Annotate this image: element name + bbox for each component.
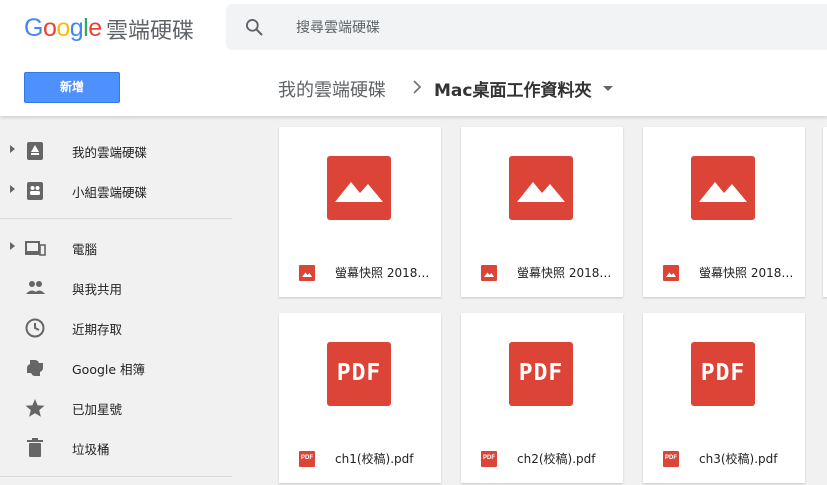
image-thumbnail (691, 156, 755, 220)
sidebar-item-google-photos[interactable]: Google 相簿 (0, 349, 232, 385)
image-file-icon (663, 265, 679, 281)
google-logo[interactable]: Google (24, 14, 102, 43)
chevron-right-icon (413, 80, 422, 94)
expand-arrow-icon[interactable] (10, 145, 15, 153)
logo-letter: o (56, 14, 70, 42)
sidebar: 我的雲端硬碟 小組雲端硬碟 電腦 與我共用 近期存取 Google 相簿 已加星… (0, 116, 232, 485)
logo-letter: o (42, 14, 57, 42)
image-thumbnail (509, 156, 573, 220)
expand-arrow-icon[interactable] (10, 242, 15, 250)
star-icon (25, 399, 45, 417)
drive-icon (27, 142, 43, 160)
file-card[interactable]: PDF PDF ch3(校稿).pdf (643, 313, 805, 483)
file-name: ch2(校稿).pdf (517, 452, 596, 466)
sidebar-item-shared-with-me[interactable]: 與我共用 (0, 269, 232, 305)
pdf-file-icon: PDF (481, 451, 497, 467)
sidebar-item-team-drives[interactable]: 小組雲端硬碟 (0, 172, 232, 208)
photos-pinwheel-icon (27, 360, 43, 376)
sidebar-item-starred[interactable]: 已加星號 (0, 389, 232, 425)
pdf-label: PDF (336, 360, 382, 386)
pdf-label: PDF (518, 360, 564, 386)
file-name: 螢幕快照 2018-01-02 (517, 266, 613, 280)
clock-icon (25, 318, 45, 338)
sidebar-item-label: 電腦 (72, 242, 98, 257)
file-card[interactable]: PDF PDF ch1(校稿).pdf (279, 313, 441, 483)
trash-icon (27, 438, 43, 457)
sidebar-item-label: 與我共用 (72, 282, 123, 297)
expand-arrow-icon[interactable] (10, 185, 15, 193)
image-file-icon (299, 265, 315, 281)
breadcrumb-current-folder[interactable]: Mac桌面工作資料夾 (434, 76, 591, 101)
team-drive-icon (27, 182, 43, 200)
logo-letter: e (88, 14, 102, 42)
pdf-label: PDF (700, 360, 746, 386)
search-bar[interactable] (226, 4, 827, 50)
sidebar-divider (0, 476, 232, 477)
image-icon (699, 182, 747, 202)
file-card-partial[interactable] (823, 127, 827, 297)
pdf-file-icon: PDF (663, 451, 679, 467)
sidebar-item-label: Google 相簿 (72, 362, 146, 377)
file-card[interactable]: PDF PDF ch2(校稿).pdf (461, 313, 623, 483)
file-name: 螢幕快照 2018-01-03 (699, 266, 795, 280)
logo-letter: g (69, 14, 84, 42)
sidebar-item-computers[interactable]: 電腦 (0, 229, 232, 265)
search-icon[interactable] (244, 17, 264, 37)
logo-letter: G (24, 14, 43, 42)
breadcrumb-root[interactable]: 我的雲端硬碟 (278, 76, 386, 102)
image-icon (517, 182, 565, 202)
sidebar-item-label: 近期存取 (72, 322, 123, 337)
sidebar-item-label: 我的雲端硬碟 (72, 145, 148, 160)
image-file-icon (481, 265, 497, 281)
file-card[interactable]: 螢幕快照 2018-01-02 (461, 127, 623, 297)
image-thumbnail (327, 156, 391, 220)
image-icon (335, 182, 383, 202)
file-name: ch3(校稿).pdf (699, 452, 778, 466)
sidebar-item-label: 垃圾桶 (72, 442, 110, 457)
pdf-file-icon: PDF (299, 451, 315, 467)
sidebar-item-label: 已加星號 (72, 402, 123, 417)
people-icon (26, 281, 45, 294)
pdf-small-label: PDF (665, 455, 677, 461)
top-bar: Google 雲端硬碟 新增 我的雲端硬碟 Mac桌面工作資料夾 (0, 0, 827, 116)
pdf-small-label: PDF (483, 455, 495, 461)
pdf-thumbnail: PDF (327, 342, 391, 406)
file-name: ch1(校稿).pdf (335, 452, 414, 466)
file-card[interactable]: 螢幕快照 2018-01-01 (279, 127, 441, 297)
folder-menu-caret-icon[interactable] (603, 86, 613, 91)
pdf-small-label: PDF (301, 455, 313, 461)
sidebar-item-recent[interactable]: 近期存取 (0, 309, 232, 345)
pdf-thumbnail: PDF (509, 342, 573, 406)
new-button[interactable]: 新增 (24, 72, 120, 103)
file-name: 螢幕快照 2018-01-01 (335, 266, 431, 280)
product-name: 雲端硬碟 (106, 19, 195, 44)
computers-icon (25, 241, 46, 256)
pdf-thumbnail: PDF (691, 342, 755, 406)
file-card[interactable]: 螢幕快照 2018-01-03 (643, 127, 805, 297)
sidebar-divider (0, 218, 232, 219)
sidebar-item-trash[interactable]: 垃圾桶 (0, 429, 232, 465)
sidebar-item-label: 小組雲端硬碟 (72, 185, 148, 200)
search-input[interactable] (296, 13, 776, 41)
sidebar-item-my-drive[interactable]: 我的雲端硬碟 (0, 132, 232, 168)
